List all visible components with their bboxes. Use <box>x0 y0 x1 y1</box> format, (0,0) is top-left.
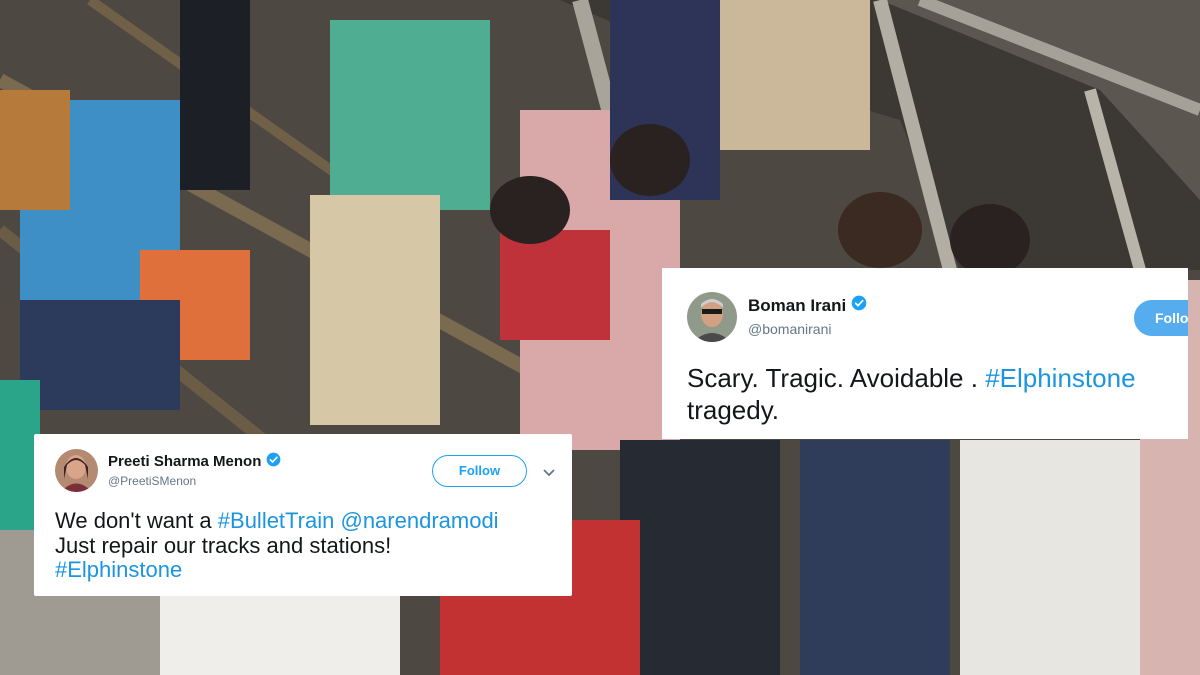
tweet-card-preeti: Preeti Sharma Menon @PreetiSMenon Follow… <box>34 434 572 596</box>
avatar[interactable] <box>687 292 737 342</box>
tweet-text-part: Just repair our tracks and stations! <box>55 532 392 558</box>
chevron-down-icon[interactable] <box>542 465 556 483</box>
tweet-text: We don't want a #BulletTrain @narendramo… <box>55 508 565 583</box>
tweet-text: Scary. Tragic. Avoidable . #Elphinstone … <box>687 363 1187 426</box>
avatar[interactable] <box>55 449 98 492</box>
avatar-image <box>55 449 98 492</box>
follow-button[interactable]: Follow <box>432 455 527 487</box>
hashtag-elphinstone-link[interactable]: #Elphinstone <box>985 363 1135 393</box>
follow-button[interactable]: Follo <box>1134 300 1188 336</box>
screenshot-stage: Preeti Sharma Menon @PreetiSMenon Follow… <box>0 0 1200 675</box>
hashtag-bullettrain-link[interactable]: #BulletTrain <box>218 508 335 533</box>
tweet-author-handle[interactable]: @PreetiSMenon <box>108 474 196 488</box>
tweet-text-part: tragedy. <box>687 394 780 425</box>
mention-narendramodi-link[interactable]: @narendramodi <box>340 508 498 533</box>
author-name-text: Boman Irani <box>748 295 847 315</box>
tweet-author-name[interactable]: Preeti Sharma Menon <box>108 452 281 471</box>
tweet-author-name[interactable]: Boman Irani <box>748 295 867 316</box>
tweet-text-part: Scary. Tragic. Avoidable . <box>687 363 986 393</box>
verified-badge-icon <box>851 295 867 316</box>
tweet-text-part: We don't want a <box>55 508 218 533</box>
author-name-text: Preeti Sharma Menon <box>108 453 262 470</box>
verified-badge-icon <box>266 452 281 471</box>
avatar-image <box>687 292 737 342</box>
tweet-author-handle[interactable]: @bomanirani <box>748 321 831 337</box>
hashtag-elphinstone-link[interactable]: #Elphinstone <box>55 557 182 582</box>
tweet-card-boman: Boman Irani @bomanirani Follo Scary. Tra… <box>662 268 1188 439</box>
